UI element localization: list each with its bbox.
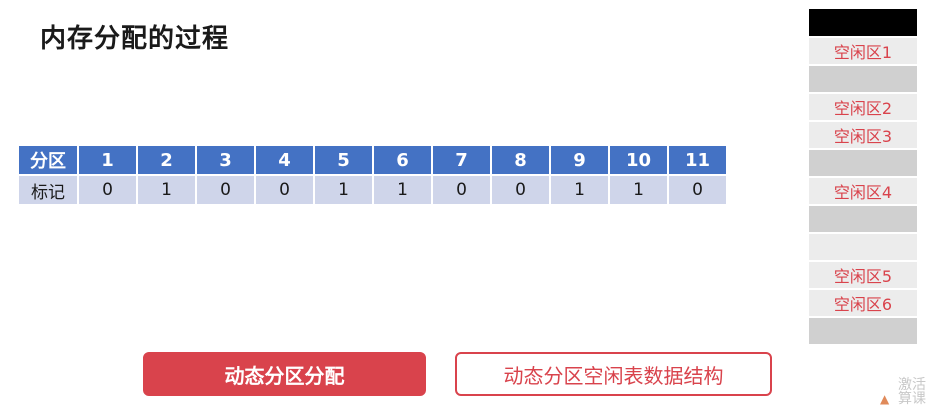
partition-number: 1 [78, 146, 138, 175]
memory-used-block [809, 234, 917, 262]
partition-number: 9 [550, 146, 610, 175]
partition-header-row: 分区 1 2 3 4 5 6 7 8 9 10 11 [19, 146, 728, 175]
memory-used-block [809, 66, 917, 94]
memory-used-block [809, 150, 917, 178]
page-title: 内存分配的过程 [40, 24, 230, 54]
partition-header-label: 分区 [19, 146, 79, 175]
partition-mark: 1 [609, 174, 669, 204]
slide: 内存分配的过程 分区 1 2 3 4 5 6 7 8 9 10 11 标记 0 … [0, 0, 929, 410]
free-table-structure-button[interactable]: 动态分区空闲表数据结构 [455, 352, 772, 396]
memory-free-block: 空闲区2 [809, 94, 917, 122]
partition-mark-row: 标记 0 1 0 0 1 1 0 0 1 1 0 [19, 174, 728, 204]
watermark: 激活 算课 ▲ [880, 378, 926, 408]
memory-map: 空闲区1 空闲区2 空闲区3 空闲区4 空闲区5 空闲区6 [809, 9, 917, 346]
partition-mark: 1 [314, 174, 374, 204]
partition-number: 6 [373, 146, 433, 175]
partition-table: 分区 1 2 3 4 5 6 7 8 9 10 11 标记 0 1 0 0 1 … [19, 146, 728, 204]
partition-mark: 0 [255, 174, 315, 204]
partition-number: 4 [255, 146, 315, 175]
dynamic-partition-allocation-button[interactable]: 动态分区分配 [143, 352, 426, 396]
partition-number: 10 [609, 146, 669, 175]
memory-free-block: 空闲区4 [809, 178, 917, 206]
partition-number: 2 [137, 146, 197, 175]
partition-mark: 0 [196, 174, 256, 204]
memory-used-block [809, 318, 917, 346]
memory-free-block: 空闲区1 [809, 38, 917, 66]
partition-mark: 1 [550, 174, 610, 204]
memory-used-block [809, 206, 917, 234]
partition-number: 11 [668, 146, 728, 175]
memory-free-block: 空闲区5 [809, 262, 917, 290]
memory-free-block: 空闲区6 [809, 290, 917, 318]
partition-number: 7 [432, 146, 492, 175]
memory-os-block [809, 9, 917, 38]
partition-number: 8 [491, 146, 551, 175]
partition-mark: 1 [373, 174, 433, 204]
flame-icon: ▲ [880, 392, 890, 406]
watermark-line1: 激活 [898, 377, 926, 393]
partition-mark: 0 [668, 174, 728, 204]
memory-free-block: 空闲区3 [809, 122, 917, 150]
partition-mark: 0 [491, 174, 551, 204]
partition-number: 5 [314, 146, 374, 175]
partition-mark-label: 标记 [19, 174, 79, 204]
partition-mark: 1 [137, 174, 197, 204]
partition-mark: 0 [78, 174, 138, 204]
partition-mark: 0 [432, 174, 492, 204]
partition-number: 3 [196, 146, 256, 175]
